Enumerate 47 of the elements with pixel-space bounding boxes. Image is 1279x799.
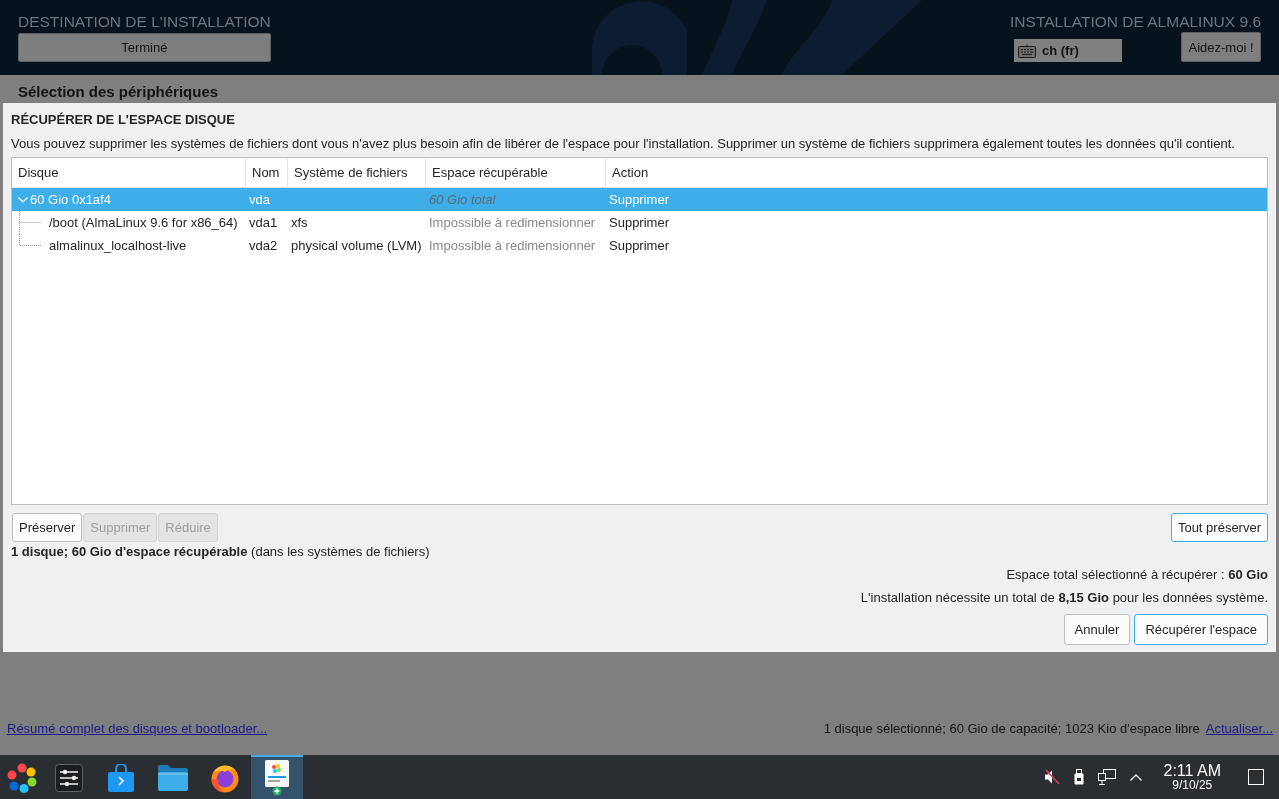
reclaim-space-button[interactable]: Récupérer l'espace xyxy=(1134,614,1268,645)
name-cell: vda xyxy=(249,192,270,207)
required-space-text: L'installation nécessite un total de 8,15 Gio pour les données système. xyxy=(859,590,1268,606)
sliders-icon xyxy=(55,764,83,792)
usb-drive-icon xyxy=(1074,769,1085,785)
taskbar-app-button[interactable] xyxy=(251,755,303,799)
desktop-square-icon xyxy=(1248,769,1264,785)
disk-cell: 60 Gio 0x1af4 xyxy=(30,192,111,207)
done-button[interactable]: Terminé xyxy=(18,33,271,62)
disk-cell: almalinux_localhost-live xyxy=(49,238,187,253)
keyboard-icon xyxy=(1018,43,1036,58)
clock[interactable]: 2:11 AM 9/10/25 xyxy=(1157,762,1227,792)
reclaimable-cell: 60 Gio total xyxy=(429,192,496,207)
filesystem-cell: xfs xyxy=(291,215,308,230)
clock-date: 9/10/25 xyxy=(1172,779,1213,792)
action-cell: Supprimer xyxy=(609,215,669,230)
browser-icon xyxy=(210,763,240,793)
page-title: DESTINATION DE L'INSTALLATION xyxy=(18,13,271,31)
section-title: Sélection des périphériques xyxy=(18,83,220,101)
table-row[interactable]: almalinux_localhost-live vda2 physical volume (LVM) Impossible à redimensionner Supprimer xyxy=(12,234,1267,257)
reclaimable-cell: Impossible à redimensionner xyxy=(429,238,596,253)
action-cell: Supprimer xyxy=(609,238,669,253)
filesystem-cell: physical volume (LVM) xyxy=(291,238,422,253)
preserve-button[interactable]: Préserver xyxy=(12,513,83,542)
disk-cell: /boot (AlmaLinux 9.6 for x86_64) xyxy=(49,215,238,230)
shopping-bag-icon xyxy=(108,764,134,792)
installer-icon xyxy=(264,760,290,796)
disk-status-text: 1 disque sélectionné; 60 Gio de capacité; 1023 Kio d'espace libre xyxy=(823,721,1200,737)
cancel-button[interactable]: Annuler xyxy=(1063,614,1131,645)
clock-time: 2:11 AM xyxy=(1163,762,1221,779)
action-cell: Supprimer xyxy=(609,192,669,207)
selected-total-text: Espace total sélectionné à récupérer : 60 Gio xyxy=(1005,567,1268,583)
name-cell: vda2 xyxy=(249,238,278,253)
keyboard-layout-button[interactable]: ch (fr) xyxy=(1014,39,1122,62)
reclaimable-cell: Impossible à redimensionner xyxy=(429,215,596,230)
flower-logo-icon xyxy=(6,763,37,793)
dialog-description: Vous pouvez supprimer les systèmes de fichiers dont vous n'avez plus besoin afin de libérer de l'espace pour l'installation. Supprimer un système de fichiers supprimera également toutes les données qu'il contient. xyxy=(11,136,1236,152)
product-title: INSTALLATION DE ALMALINUX 9.6 xyxy=(1010,13,1261,31)
table-row[interactable]: /boot (AlmaLinux 9.6 for x86_64) vda1 xfs Impossible à redimensionner Supprimer xyxy=(12,211,1267,234)
name-cell: vda1 xyxy=(249,215,278,230)
dialog-title: RÉCUPÉRER DE L'ESPACE DISQUE xyxy=(11,112,236,128)
preserve-all-button[interactable]: Tout préserver xyxy=(1170,513,1268,542)
network-monitor-icon xyxy=(1098,769,1117,785)
chevron-up-icon xyxy=(1130,773,1143,781)
folder-icon xyxy=(158,765,188,791)
help-button[interactable]: Aidez-moi ! xyxy=(1181,32,1261,62)
reclaimable-summary: 1 disque; 60 Gio d'espace récupérable (dans les systèmes de fichiers) xyxy=(11,544,431,560)
